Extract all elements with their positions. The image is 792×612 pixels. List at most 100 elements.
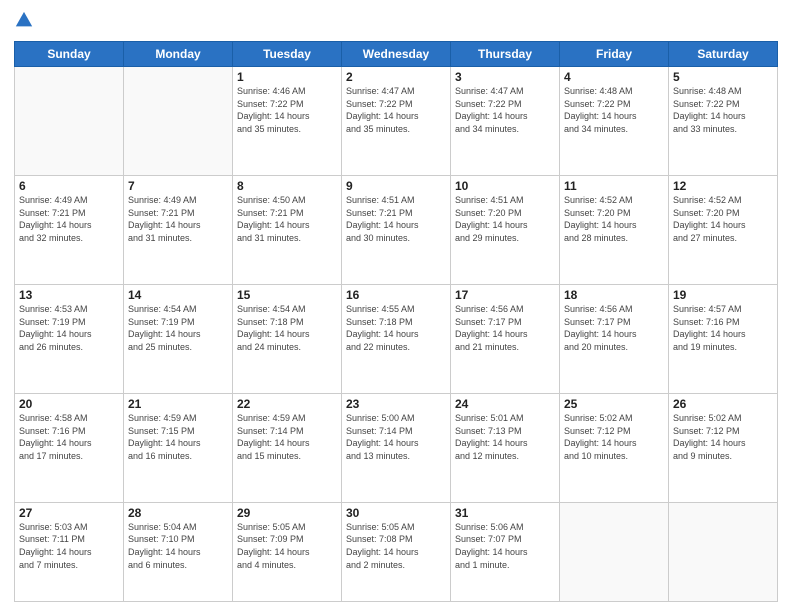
page: SundayMondayTuesdayWednesdayThursdayFrid… [0, 0, 792, 612]
calendar-cell: 19Sunrise: 4:57 AM Sunset: 7:16 PM Dayli… [669, 284, 778, 393]
day-info: Sunrise: 4:57 AM Sunset: 7:16 PM Dayligh… [673, 303, 773, 353]
logo-icon [14, 10, 34, 30]
calendar-header-wednesday: Wednesday [342, 42, 451, 67]
calendar-cell: 11Sunrise: 4:52 AM Sunset: 7:20 PM Dayli… [560, 175, 669, 284]
calendar-cell: 17Sunrise: 4:56 AM Sunset: 7:17 PM Dayli… [451, 284, 560, 393]
day-info: Sunrise: 4:52 AM Sunset: 7:20 PM Dayligh… [673, 194, 773, 244]
day-number: 15 [237, 288, 337, 302]
day-info: Sunrise: 4:53 AM Sunset: 7:19 PM Dayligh… [19, 303, 119, 353]
day-number: 1 [237, 70, 337, 84]
day-info: Sunrise: 4:47 AM Sunset: 7:22 PM Dayligh… [346, 85, 446, 135]
calendar-cell: 21Sunrise: 4:59 AM Sunset: 7:15 PM Dayli… [124, 393, 233, 502]
calendar-cell: 9Sunrise: 4:51 AM Sunset: 7:21 PM Daylig… [342, 175, 451, 284]
day-number: 23 [346, 397, 446, 411]
calendar-week-5: 27Sunrise: 5:03 AM Sunset: 7:11 PM Dayli… [15, 502, 778, 601]
day-number: 21 [128, 397, 228, 411]
day-info: Sunrise: 4:49 AM Sunset: 7:21 PM Dayligh… [128, 194, 228, 244]
day-number: 2 [346, 70, 446, 84]
calendar-cell: 27Sunrise: 5:03 AM Sunset: 7:11 PM Dayli… [15, 502, 124, 601]
day-info: Sunrise: 5:00 AM Sunset: 7:14 PM Dayligh… [346, 412, 446, 462]
calendar-cell: 4Sunrise: 4:48 AM Sunset: 7:22 PM Daylig… [560, 67, 669, 176]
calendar-cell: 3Sunrise: 4:47 AM Sunset: 7:22 PM Daylig… [451, 67, 560, 176]
day-number: 3 [455, 70, 555, 84]
day-number: 24 [455, 397, 555, 411]
calendar-cell: 15Sunrise: 4:54 AM Sunset: 7:18 PM Dayli… [233, 284, 342, 393]
calendar-cell: 2Sunrise: 4:47 AM Sunset: 7:22 PM Daylig… [342, 67, 451, 176]
calendar-cell: 16Sunrise: 4:55 AM Sunset: 7:18 PM Dayli… [342, 284, 451, 393]
calendar-week-1: 1Sunrise: 4:46 AM Sunset: 7:22 PM Daylig… [15, 67, 778, 176]
calendar-cell: 13Sunrise: 4:53 AM Sunset: 7:19 PM Dayli… [15, 284, 124, 393]
day-number: 19 [673, 288, 773, 302]
calendar-cell: 10Sunrise: 4:51 AM Sunset: 7:20 PM Dayli… [451, 175, 560, 284]
calendar-table: SundayMondayTuesdayWednesdayThursdayFrid… [14, 41, 778, 602]
day-info: Sunrise: 4:56 AM Sunset: 7:17 PM Dayligh… [564, 303, 664, 353]
day-info: Sunrise: 5:04 AM Sunset: 7:10 PM Dayligh… [128, 521, 228, 571]
calendar-cell: 12Sunrise: 4:52 AM Sunset: 7:20 PM Dayli… [669, 175, 778, 284]
day-info: Sunrise: 4:56 AM Sunset: 7:17 PM Dayligh… [455, 303, 555, 353]
calendar-header-tuesday: Tuesday [233, 42, 342, 67]
calendar-week-2: 6Sunrise: 4:49 AM Sunset: 7:21 PM Daylig… [15, 175, 778, 284]
day-info: Sunrise: 4:50 AM Sunset: 7:21 PM Dayligh… [237, 194, 337, 244]
logo [14, 10, 36, 35]
day-info: Sunrise: 4:47 AM Sunset: 7:22 PM Dayligh… [455, 85, 555, 135]
calendar-cell: 28Sunrise: 5:04 AM Sunset: 7:10 PM Dayli… [124, 502, 233, 601]
calendar-cell: 24Sunrise: 5:01 AM Sunset: 7:13 PM Dayli… [451, 393, 560, 502]
calendar-header-friday: Friday [560, 42, 669, 67]
calendar-header-monday: Monday [124, 42, 233, 67]
day-number: 13 [19, 288, 119, 302]
day-info: Sunrise: 4:48 AM Sunset: 7:22 PM Dayligh… [673, 85, 773, 135]
day-number: 25 [564, 397, 664, 411]
calendar-cell: 23Sunrise: 5:00 AM Sunset: 7:14 PM Dayli… [342, 393, 451, 502]
day-number: 17 [455, 288, 555, 302]
calendar-cell: 29Sunrise: 5:05 AM Sunset: 7:09 PM Dayli… [233, 502, 342, 601]
day-number: 12 [673, 179, 773, 193]
calendar-header-row: SundayMondayTuesdayWednesdayThursdayFrid… [15, 42, 778, 67]
day-number: 8 [237, 179, 337, 193]
day-info: Sunrise: 4:54 AM Sunset: 7:19 PM Dayligh… [128, 303, 228, 353]
calendar-header-sunday: Sunday [15, 42, 124, 67]
day-info: Sunrise: 4:48 AM Sunset: 7:22 PM Dayligh… [564, 85, 664, 135]
calendar-cell: 5Sunrise: 4:48 AM Sunset: 7:22 PM Daylig… [669, 67, 778, 176]
day-number: 7 [128, 179, 228, 193]
calendar-header-saturday: Saturday [669, 42, 778, 67]
calendar-week-4: 20Sunrise: 4:58 AM Sunset: 7:16 PM Dayli… [15, 393, 778, 502]
calendar-cell: 14Sunrise: 4:54 AM Sunset: 7:19 PM Dayli… [124, 284, 233, 393]
day-number: 18 [564, 288, 664, 302]
day-info: Sunrise: 5:03 AM Sunset: 7:11 PM Dayligh… [19, 521, 119, 571]
day-info: Sunrise: 4:55 AM Sunset: 7:18 PM Dayligh… [346, 303, 446, 353]
day-number: 16 [346, 288, 446, 302]
calendar-cell: 22Sunrise: 4:59 AM Sunset: 7:14 PM Dayli… [233, 393, 342, 502]
day-info: Sunrise: 5:06 AM Sunset: 7:07 PM Dayligh… [455, 521, 555, 571]
day-info: Sunrise: 4:46 AM Sunset: 7:22 PM Dayligh… [237, 85, 337, 135]
day-number: 31 [455, 506, 555, 520]
calendar-cell: 30Sunrise: 5:05 AM Sunset: 7:08 PM Dayli… [342, 502, 451, 601]
calendar-cell [124, 67, 233, 176]
day-number: 26 [673, 397, 773, 411]
day-number: 5 [673, 70, 773, 84]
day-number: 4 [564, 70, 664, 84]
day-number: 11 [564, 179, 664, 193]
day-info: Sunrise: 4:51 AM Sunset: 7:21 PM Dayligh… [346, 194, 446, 244]
day-info: Sunrise: 4:49 AM Sunset: 7:21 PM Dayligh… [19, 194, 119, 244]
day-info: Sunrise: 4:59 AM Sunset: 7:15 PM Dayligh… [128, 412, 228, 462]
day-info: Sunrise: 5:05 AM Sunset: 7:08 PM Dayligh… [346, 521, 446, 571]
day-number: 6 [19, 179, 119, 193]
calendar-cell: 6Sunrise: 4:49 AM Sunset: 7:21 PM Daylig… [15, 175, 124, 284]
day-number: 10 [455, 179, 555, 193]
calendar-cell: 7Sunrise: 4:49 AM Sunset: 7:21 PM Daylig… [124, 175, 233, 284]
calendar-cell: 1Sunrise: 4:46 AM Sunset: 7:22 PM Daylig… [233, 67, 342, 176]
calendar-cell: 20Sunrise: 4:58 AM Sunset: 7:16 PM Dayli… [15, 393, 124, 502]
calendar-cell: 8Sunrise: 4:50 AM Sunset: 7:21 PM Daylig… [233, 175, 342, 284]
calendar-cell: 18Sunrise: 4:56 AM Sunset: 7:17 PM Dayli… [560, 284, 669, 393]
calendar-header-thursday: Thursday [451, 42, 560, 67]
day-info: Sunrise: 4:54 AM Sunset: 7:18 PM Dayligh… [237, 303, 337, 353]
day-info: Sunrise: 4:58 AM Sunset: 7:16 PM Dayligh… [19, 412, 119, 462]
calendar-cell: 26Sunrise: 5:02 AM Sunset: 7:12 PM Dayli… [669, 393, 778, 502]
day-number: 9 [346, 179, 446, 193]
calendar-cell [15, 67, 124, 176]
calendar-cell: 31Sunrise: 5:06 AM Sunset: 7:07 PM Dayli… [451, 502, 560, 601]
calendar-cell [560, 502, 669, 601]
day-number: 20 [19, 397, 119, 411]
day-info: Sunrise: 4:52 AM Sunset: 7:20 PM Dayligh… [564, 194, 664, 244]
day-info: Sunrise: 5:01 AM Sunset: 7:13 PM Dayligh… [455, 412, 555, 462]
